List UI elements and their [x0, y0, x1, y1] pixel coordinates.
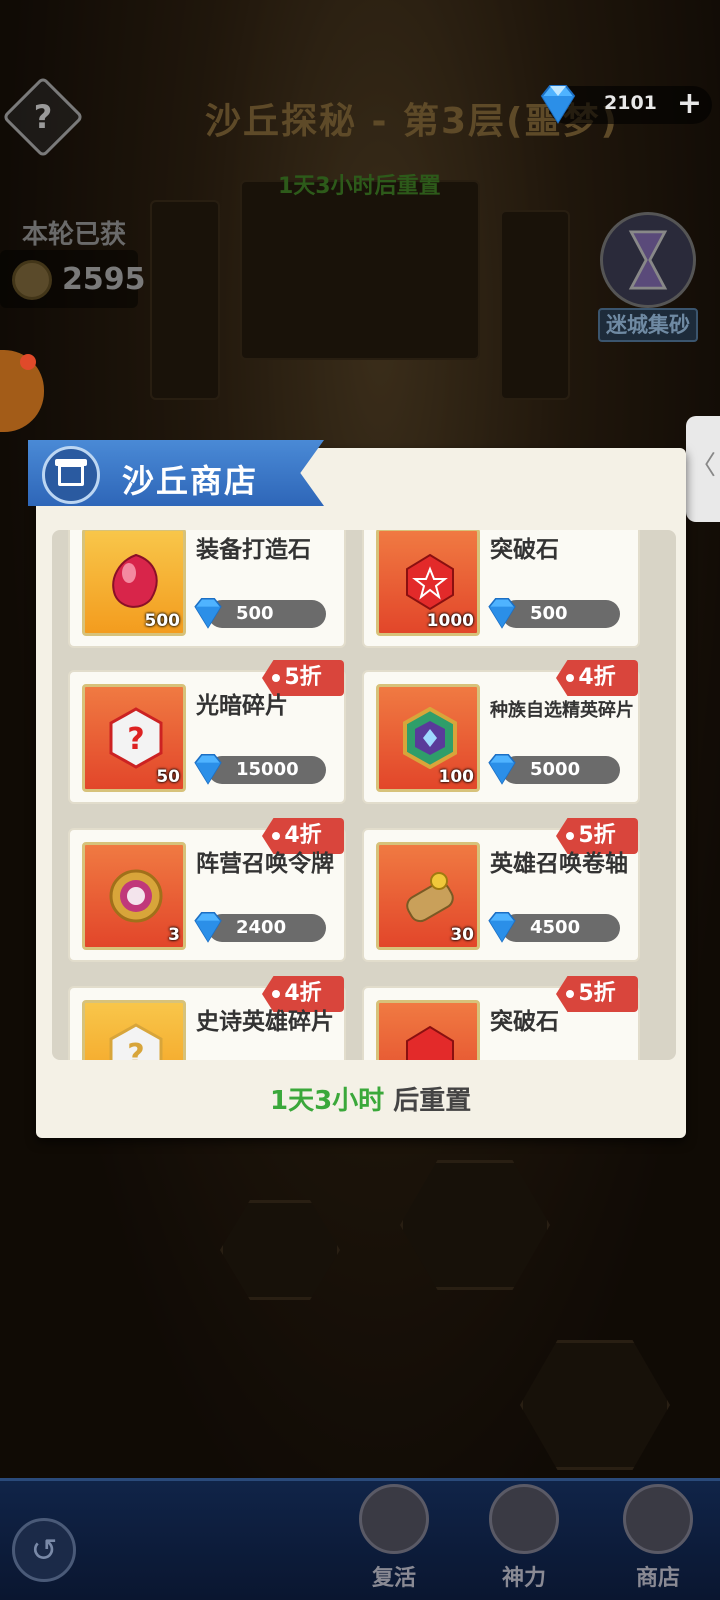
- nav-label: 复活: [371, 1566, 416, 1591]
- item-thumbnail: 30: [376, 842, 480, 950]
- shop-title: 沙丘商店: [122, 462, 259, 500]
- item-name: 史诗英雄碎片: [196, 1009, 334, 1035]
- breakthrough-stone-icon: [406, 553, 454, 611]
- gem-balance: 2101 +: [540, 85, 712, 124]
- diamond-icon: [488, 753, 516, 785]
- shop-item[interactable]: 5折 30 英雄召唤卷轴 4500: [362, 818, 640, 962]
- discount-tag: 5折: [556, 976, 638, 1012]
- shop-item[interactable]: 4折 100 种族自选精英碎片 5000: [362, 660, 640, 804]
- shop-item[interactable]: 5折 ? 50 光暗碎片 15000: [68, 660, 346, 804]
- diamond-icon: [194, 911, 222, 943]
- item-thumbnail: 100: [376, 684, 480, 792]
- item-name: 突破石: [490, 537, 559, 563]
- ruby-icon: [112, 553, 158, 608]
- shop-reset-timer: 1天3小时 后重置: [270, 1080, 471, 1117]
- scales-icon: [623, 1484, 693, 1554]
- diamond-icon: [194, 597, 222, 629]
- item-name: 光暗碎片: [196, 693, 288, 719]
- discount-tag: 4折: [556, 660, 638, 696]
- item-quantity: 500: [144, 611, 181, 631]
- item-name: 装备打造石: [196, 537, 311, 563]
- breakthrough-stone-icon: [406, 1025, 454, 1060]
- item-quantity: 3: [168, 925, 180, 945]
- item-quantity: 100: [438, 767, 475, 787]
- svg-text:?: ?: [127, 1038, 144, 1060]
- item-quantity: 30: [450, 925, 474, 945]
- diamond-icon: [488, 597, 516, 629]
- nav-label: 商店: [635, 1566, 680, 1591]
- sand-collect-button[interactable]: 迷城集砂: [598, 308, 698, 342]
- back-button[interactable]: ↺: [12, 1518, 76, 1582]
- scroll-icon: [406, 872, 454, 923]
- level-reset-notice: 1天3小时后重置: [278, 174, 441, 199]
- item-thumbnail: ?: [82, 1000, 186, 1060]
- item-name: 突破石: [490, 1009, 559, 1035]
- nav-divine-power[interactable]: 神力: [476, 1484, 572, 1600]
- item-quantity: 1000: [426, 611, 474, 631]
- shop-item-grid[interactable]: 500 装备打造石 500 1000 突破石 500 5折 ? 50 光暗碎片 …: [52, 530, 676, 1060]
- gift-icon: [42, 446, 100, 504]
- diamond-icon: [488, 911, 516, 943]
- shop-item[interactable]: 4折 ? 史诗英雄碎片: [68, 976, 346, 1060]
- shop-item[interactable]: 5折 突破石: [362, 976, 640, 1060]
- diamond-icon: [194, 753, 222, 785]
- hourglass-icon[interactable]: [600, 212, 696, 308]
- price-button[interactable]: 2400: [194, 911, 326, 943]
- race-elite-shard-icon: [403, 707, 457, 769]
- notification-dot: [20, 354, 36, 370]
- nav-label: 神力: [501, 1566, 546, 1591]
- item-price: 4500: [530, 917, 581, 938]
- price-button[interactable]: 4500: [488, 911, 620, 943]
- item-name: 阵营召唤令牌: [196, 851, 334, 877]
- item-thumbnail: 500: [82, 530, 186, 636]
- faction-token-icon: [109, 869, 163, 923]
- item-price: 500: [236, 603, 274, 624]
- item-name: 英雄召唤卷轴: [490, 851, 628, 877]
- earned-label: 本轮已获: [22, 220, 127, 250]
- item-thumbnail: [376, 1000, 480, 1060]
- shop-item[interactable]: 4折 3 阵营召唤令牌 2400: [68, 818, 346, 962]
- item-price: 15000: [236, 759, 299, 780]
- item-thumbnail: 3: [82, 842, 186, 950]
- epic-hero-shard-icon: ?: [109, 1023, 163, 1060]
- reset-suffix: 后重置: [384, 1086, 472, 1116]
- item-price: 5000: [530, 759, 581, 780]
- light-dark-shard-icon: ?: [109, 707, 163, 769]
- diamond-icon: [540, 85, 576, 124]
- add-gems-button[interactable]: +: [677, 86, 702, 122]
- item-price: 500: [530, 603, 568, 624]
- item-thumbnail: ? 50: [82, 684, 186, 792]
- price-button[interactable]: 500: [194, 597, 326, 629]
- item-price: 2400: [236, 917, 287, 938]
- heart-shield-icon: [359, 1484, 429, 1554]
- item-quantity: 50: [156, 767, 180, 787]
- earned-box: 2595: [0, 250, 146, 308]
- fist-icon: [489, 1484, 559, 1554]
- item-name: 种族自选精英碎片: [490, 700, 634, 721]
- side-panel-toggle[interactable]: 〈: [686, 416, 720, 522]
- shop-item[interactable]: 1000 突破石 500: [362, 530, 640, 648]
- nav-revive[interactable]: 复活: [346, 1484, 442, 1600]
- gem-count: 2101: [604, 92, 657, 114]
- earned-value: 2595: [62, 262, 146, 297]
- coin-icon: [12, 260, 52, 300]
- svg-text:?: ?: [127, 722, 144, 757]
- question-icon: ?: [33, 98, 53, 136]
- price-button[interactable]: 500: [488, 597, 620, 629]
- nav-shop[interactable]: 商店: [610, 1484, 706, 1600]
- reset-time: 1天3小时: [270, 1086, 385, 1116]
- item-thumbnail: 1000: [376, 530, 480, 636]
- price-button[interactable]: 15000: [194, 753, 326, 785]
- shop-item[interactable]: 500 装备打造石 500: [68, 530, 346, 648]
- price-button[interactable]: 5000: [488, 753, 620, 785]
